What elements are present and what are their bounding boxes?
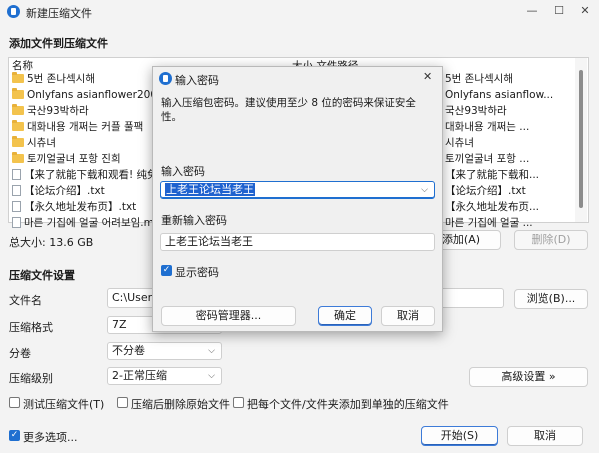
folder-icon xyxy=(12,120,24,131)
format-value: 7Z xyxy=(112,318,127,331)
folder-icon xyxy=(12,104,24,115)
main-window-title: 新建压缩文件 xyxy=(26,7,92,20)
split-label: 分卷 xyxy=(9,347,31,360)
table-row[interactable]: 마른 기집에 얼굴 어려보임.m xyxy=(12,215,164,231)
file-icon xyxy=(12,185,21,196)
file-list-paths: 5번 존나섹시해 Onlyfans asianflow... 국산93박하라대화내용… xyxy=(445,71,553,231)
file-icon xyxy=(12,201,21,212)
row-path: 국산93박하라 xyxy=(445,105,507,117)
dialog-app-icon xyxy=(159,72,172,85)
row-name: 5번 존나섹시해 xyxy=(27,73,95,85)
show-password-label: 显示密码 xyxy=(175,266,219,279)
delete-after-checkbox[interactable] xyxy=(117,397,128,408)
dialog-title: 输入密码 xyxy=(175,74,219,87)
dialog-close-button[interactable]: ✕ xyxy=(423,70,432,83)
row-name: 대화내용 개쩌는 커플 풀팩 xyxy=(27,121,144,133)
split-select[interactable]: 不分卷 ⌵ xyxy=(107,342,222,360)
row-path: 토끼얼굴녀 포항 ... xyxy=(445,153,530,165)
reenter-password-input[interactable]: 上老王论坛当老王 xyxy=(160,233,435,251)
dialog-description: 输入压缩包密码。建议使用至少 8 位的密码来保证安全性。 xyxy=(161,97,416,123)
row-name: Onlyfans asianflower2008 xyxy=(27,89,164,101)
close-button[interactable]: ✕ xyxy=(574,2,596,20)
reenter-password-label: 重新输入密码 xyxy=(161,214,227,227)
column-header-name[interactable]: 名称 xyxy=(12,58,33,72)
advanced-settings-button[interactable]: 高级设置 » xyxy=(469,367,588,387)
format-label: 压缩格式 xyxy=(9,321,53,334)
more-options-label: 更多选项... xyxy=(23,431,78,444)
browse-button[interactable]: 浏览(B)... xyxy=(514,289,588,309)
table-row[interactable]: 국산93박하라 xyxy=(12,103,164,119)
row-name: 【永久地址发布页】.txt xyxy=(24,201,137,213)
row-path: 【永久地址发布页... xyxy=(445,201,540,213)
row-path: 5번 존나섹시해 xyxy=(445,73,513,85)
file-icon xyxy=(12,217,21,228)
row-name: 【来了就能下载和观看! 纯免 xyxy=(24,169,158,181)
main-cancel-button[interactable]: 取消 xyxy=(507,426,583,446)
app-icon xyxy=(7,5,20,18)
password-input[interactable]: 上老王论坛当老王 ⌵ xyxy=(160,181,435,199)
start-button[interactable]: 开始(S) xyxy=(421,426,498,446)
row-path: 【论坛介绍】.txt xyxy=(445,185,526,197)
chevron-down-icon: ⌵ xyxy=(208,371,215,381)
row-name: 【论坛介绍】.txt xyxy=(24,185,105,197)
archive-settings-title: 压缩文件设置 xyxy=(9,269,75,282)
folder-icon xyxy=(12,152,24,163)
password-label: 输入密码 xyxy=(161,165,205,178)
password-dialog: 输入密码 ✕ 输入压缩包密码。建议使用至少 8 位的密码来保证安全性。 输入密码… xyxy=(152,66,443,332)
dialog-ok-button[interactable]: 确定 xyxy=(318,306,372,326)
row-name: 마른 기집에 얼굴 어려보임.m xyxy=(24,217,154,229)
row-name: 시츄녀 xyxy=(27,137,56,149)
delete-button[interactable]: 删除(D) xyxy=(514,230,588,250)
table-row[interactable]: 【论坛介绍】.txt xyxy=(12,183,164,199)
row-path: 시츄녀 xyxy=(445,137,474,149)
row-path: 대화내용 개쩌는 ... xyxy=(445,121,530,133)
folder-icon xyxy=(12,88,24,99)
separate-archives-label: 把每个文件/文件夹添加到单独的压缩文件 xyxy=(247,398,449,411)
level-value: 2-正常压缩 xyxy=(112,369,167,382)
test-archive-checkbox[interactable] xyxy=(9,397,20,408)
row-path: 【来了就能下载和... xyxy=(445,169,540,181)
table-row[interactable]: 시츄녀 xyxy=(12,135,164,151)
level-select[interactable]: 2-正常压缩 ⌵ xyxy=(107,367,222,385)
password-manager-button[interactable]: 密码管理器... xyxy=(161,306,296,326)
row-name: 토끼얼굴녀 포항 진희 xyxy=(27,153,121,165)
test-archive-label: 测试压缩文件(T) xyxy=(23,398,105,411)
dialog-cancel-button[interactable]: 取消 xyxy=(381,306,435,326)
password-value: 上老王论坛当老王 xyxy=(165,183,255,196)
file-icon xyxy=(12,169,21,180)
level-label: 压缩级别 xyxy=(9,372,53,385)
row-name: 국산93박하라 xyxy=(27,105,89,117)
more-options-checkbox[interactable]: ✓ xyxy=(9,430,20,441)
table-row[interactable]: 5번 존나섹시해 xyxy=(12,71,164,87)
folder-icon xyxy=(12,72,24,83)
list-scrollbar-thumb[interactable] xyxy=(579,70,583,208)
folder-icon xyxy=(12,136,24,147)
separate-archives-checkbox[interactable] xyxy=(233,397,244,408)
table-row[interactable]: 토끼얼굴녀 포항 진희 xyxy=(12,151,164,167)
add-files-section-title: 添加文件到压缩文件 xyxy=(9,37,108,50)
split-value: 不分卷 xyxy=(112,344,145,357)
total-size: 总大小: 13.6 GB xyxy=(9,236,94,249)
maximize-button[interactable]: ☐ xyxy=(548,2,570,20)
table-row[interactable]: 【永久地址发布页】.txt xyxy=(12,199,164,215)
chevron-down-icon: ⌵ xyxy=(208,346,215,356)
show-password-checkbox[interactable]: ✓ xyxy=(161,265,172,276)
table-row[interactable]: 대화내용 개쩌는 커플 풀팩 xyxy=(12,119,164,135)
row-path: Onlyfans asianflow... xyxy=(445,89,554,101)
file-list-names: 5번 존나섹시해 Onlyfans asianflower2008 국산93박하라대… xyxy=(12,71,164,231)
table-row[interactable]: Onlyfans asianflower2008 xyxy=(12,87,164,103)
table-row[interactable]: 【来了就能下载和观看! 纯免 xyxy=(12,167,164,183)
delete-after-label: 压缩后删除原始文件 xyxy=(131,398,230,411)
filename-label: 文件名 xyxy=(9,294,42,307)
minimize-button[interactable]: — xyxy=(521,2,543,20)
row-path: 마른 기집에 얼굴 ... xyxy=(445,217,533,229)
chevron-down-icon[interactable]: ⌵ xyxy=(421,182,428,198)
